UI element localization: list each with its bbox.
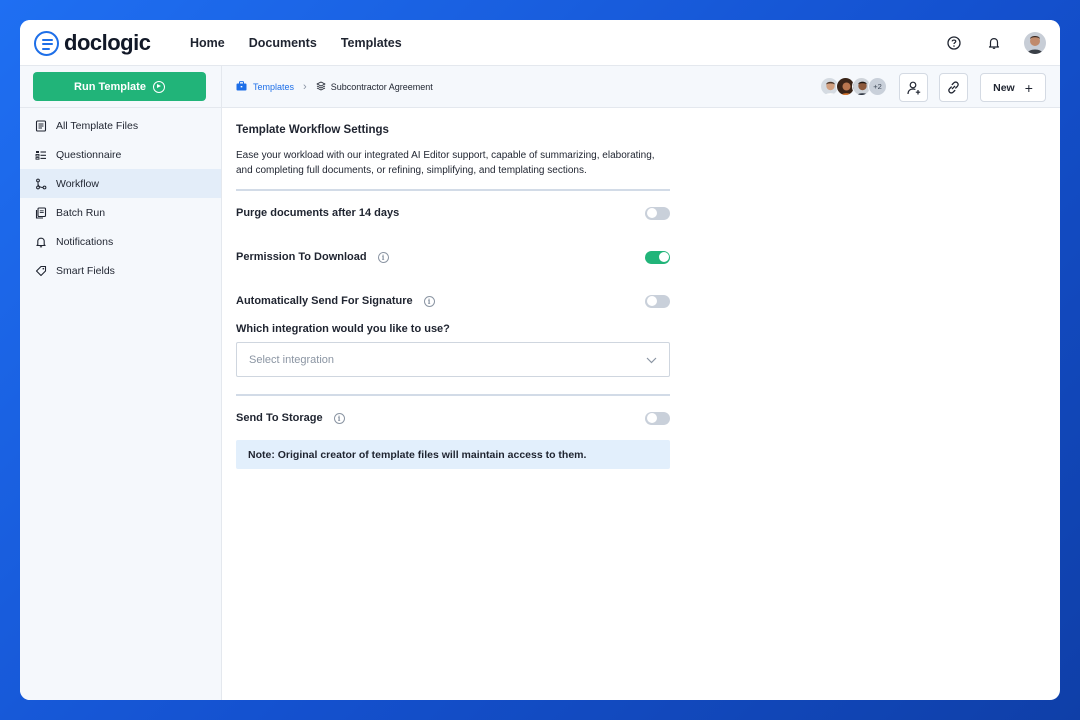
plus-icon: + [1024, 79, 1033, 96]
info-icon[interactable]: i [423, 295, 435, 307]
toggle-knob [646, 413, 657, 423]
integration-select[interactable]: Select integration [236, 342, 670, 377]
sidebar-item-notifications[interactable]: Notifications [20, 227, 221, 256]
run-area: Run Template [20, 66, 221, 108]
nav-templates[interactable]: Templates [341, 36, 402, 50]
purge-setting-row: Purge documents after 14 days [236, 191, 670, 235]
briefcase-icon [236, 81, 247, 93]
top-actions [926, 31, 1046, 55]
download-toggle[interactable] [645, 250, 670, 264]
purge-label-text: Purge documents after 14 days [236, 207, 400, 219]
sidebar-item-label: Workflow [56, 177, 99, 190]
breadcrumb-templates-link[interactable]: Templates [253, 82, 294, 92]
sidebar-menu: All Template Files Questionnaire Workflo… [20, 108, 221, 285]
user-avatar[interactable] [1024, 32, 1046, 54]
purge-toggle[interactable] [645, 206, 670, 220]
help-icon[interactable] [942, 31, 966, 55]
storage-label-text: Send To Storage [236, 412, 323, 424]
nav-home[interactable]: Home [190, 36, 225, 50]
chevron-right-icon: › [303, 81, 307, 93]
purge-label: Purge documents after 14 days [236, 207, 399, 219]
sidebar-item-label: Smart Fields [56, 264, 115, 277]
sidebar-item-label: All Template Files [56, 119, 139, 132]
more-collaborators-badge: +2 [868, 77, 887, 96]
run-template-label: Run Template [74, 80, 146, 93]
sidebar-item-label: Batch Run [56, 206, 106, 219]
download-permission-row: Permission To Download i [236, 235, 670, 279]
document-list-icon [34, 119, 47, 132]
files-icon [34, 206, 47, 219]
workflow-icon [34, 177, 47, 190]
logo-icon [34, 30, 59, 56]
new-button-label: New [993, 81, 1015, 94]
sidebar-item-workflow[interactable]: Workflow [20, 169, 221, 198]
download-label-text: Permission To Download [236, 251, 367, 263]
new-button[interactable]: New + [980, 73, 1046, 102]
integration-question: Which integration would you like to use? [236, 323, 450, 335]
bell-icon[interactable] [982, 31, 1006, 55]
storage-label: Send To Storage i [236, 412, 345, 424]
breadcrumb: Templates › Subcontractor Agreement [236, 66, 433, 108]
toggle-knob [646, 296, 657, 306]
integration-placeholder: Select integration [249, 353, 334, 366]
sidebar-item-questionnaire[interactable]: Questionnaire [20, 140, 221, 169]
workflow-settings-panel: Template Workflow Settings Ease your wor… [236, 124, 670, 469]
add-user-icon [906, 81, 920, 94]
toggle-knob [658, 252, 669, 262]
logo-text: doclogic [64, 30, 151, 55]
add-user-button[interactable] [899, 73, 928, 102]
sidebar: Run Template All Template Files Question… [20, 66, 222, 700]
nav-documents[interactable]: Documents [249, 36, 317, 50]
run-template-button[interactable]: Run Template [33, 72, 206, 101]
play-icon [152, 80, 165, 93]
storage-toggle[interactable] [645, 411, 670, 425]
logo[interactable]: doclogic [34, 30, 151, 56]
settings-description: Ease your workload with our integrated A… [236, 150, 655, 176]
info-icon[interactable]: i [333, 412, 345, 424]
collaborator-avatars[interactable]: +2 [820, 77, 887, 96]
sidebar-item-label: Notifications [56, 235, 114, 248]
main-nav: Home Documents Templates [190, 20, 426, 66]
bell-icon [34, 235, 47, 248]
page-title: Template Workflow Settings [236, 124, 389, 136]
link-icon [948, 81, 959, 94]
chevron-down-icon [646, 351, 657, 369]
layers-icon [316, 81, 326, 93]
copy-link-button[interactable] [939, 73, 968, 102]
signature-label: Automatically Send For Signature i [236, 295, 435, 307]
storage-setting-row: Send To Storage i [236, 396, 670, 440]
signature-toggle[interactable] [645, 294, 670, 308]
info-icon[interactable]: i [377, 251, 389, 263]
toggle-knob [646, 208, 657, 218]
top-bar: doclogic Home Documents Templates [20, 20, 1060, 66]
sidebar-item-smart-fields[interactable]: Smart Fields [20, 256, 221, 285]
download-label: Permission To Download i [236, 251, 389, 263]
list-icon [34, 148, 47, 161]
sub-header: Templates › Subcontractor Agreement +2 N… [222, 66, 1060, 108]
app-window: doclogic Home Documents Templates Run Te… [20, 20, 1060, 700]
tag-icon [34, 264, 47, 277]
signature-setting-row: Automatically Send For Signature i [236, 279, 670, 323]
signature-label-text: Automatically Send For Signature [236, 295, 413, 307]
sidebar-item-batch-run[interactable]: Batch Run [20, 198, 221, 227]
breadcrumb-current: Subcontractor Agreement [330, 82, 433, 92]
access-note: Note: Original creator of template files… [236, 440, 670, 469]
sidebar-item-label: Questionnaire [56, 148, 122, 161]
sidebar-item-all-template-files[interactable]: All Template Files [20, 111, 221, 140]
